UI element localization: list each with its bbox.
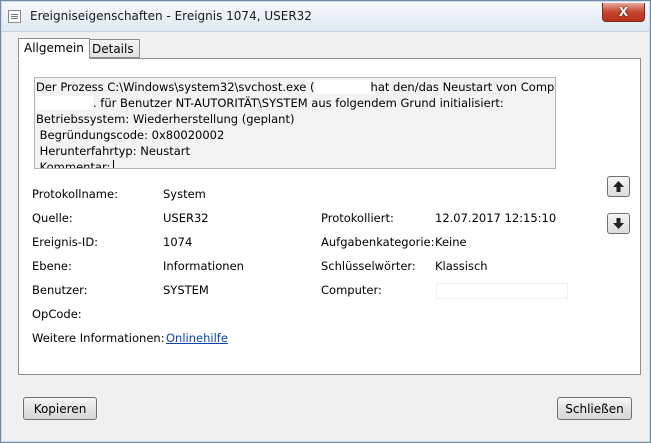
window-icon	[8, 10, 21, 23]
event-properties-window: Ereigniseigenschaften - Ereignis 1074, U…	[0, 0, 651, 443]
computer-value	[436, 283, 568, 299]
close-button-label: Schließen	[565, 401, 624, 416]
ereignis-id-label: Ereignis-ID:	[32, 235, 99, 249]
tab-details[interactable]: Details	[86, 39, 140, 58]
text-cursor	[113, 160, 115, 168]
copy-button-label: Kopieren	[33, 401, 87, 416]
onlinehilfe-link[interactable]: Onlinehilfe	[166, 331, 228, 345]
window-title: Ereigniseigenschaften - Ereignis 1074, U…	[30, 9, 312, 23]
tab-details-label: Details	[92, 42, 134, 56]
description-line-6: Kommentar:	[36, 159, 555, 169]
redacted-process-id	[314, 80, 371, 94]
benutzer-label: Benutzer:	[32, 283, 88, 297]
weitere-informationen-label: Weitere Informationen:	[32, 331, 165, 345]
next-event-button[interactable]	[607, 213, 630, 234]
title-bar[interactable]: Ereigniseigenschaften - Ereignis 1074, U…	[2, 2, 649, 32]
description-line-1-start: Der Prozess C:\Windows\system32\svchost.…	[36, 80, 315, 94]
event-description-box[interactable]: Der Prozess C:\Windows\system32\svchost.…	[34, 77, 556, 169]
close-window-button[interactable]: X	[602, 3, 645, 22]
description-line-2-text: . für Benutzer NT-AUTORITÄT\SYSTEM aus f…	[93, 96, 504, 110]
ebene-label: Ebene:	[32, 259, 72, 273]
description-line-6-text: Kommentar:	[36, 160, 111, 169]
ereignis-id-value: 1074	[163, 235, 193, 249]
protokolliert-value: 12.07.2017 12:15:10	[435, 211, 557, 225]
description-line-2: . für Benutzer NT-AUTORITÄT\SYSTEM aus f…	[36, 95, 555, 111]
schluesselwoerter-label: Schlüsselwörter:	[321, 259, 416, 273]
copy-button[interactable]: Kopieren	[23, 397, 97, 420]
arrow-up-icon	[613, 181, 624, 192]
tab-allgemein[interactable]: Allgemein	[18, 38, 90, 59]
description-line-1: Der Prozess C:\Windows\system32\svchost.…	[36, 79, 555, 95]
protokolliert-label: Protokolliert:	[321, 211, 394, 225]
computer-label: Computer:	[321, 283, 382, 297]
opcode-label: OpCode:	[32, 307, 82, 321]
quelle-label: Quelle:	[32, 211, 73, 225]
close-icon: X	[618, 5, 629, 19]
aufgabenkategorie-label: Aufgabenkategorie:	[321, 235, 435, 249]
tab-allgemein-label: Allgemein	[24, 41, 84, 55]
arrow-down-icon	[613, 218, 624, 229]
protokollname-value: System	[163, 187, 206, 201]
description-line-5: Herunterfahrtyp: Neustart	[36, 144, 191, 158]
description-line-1-end: hat den/das Neustart von Computer	[370, 80, 555, 94]
benutzer-value: SYSTEM	[163, 283, 209, 297]
aufgabenkategorie-value: Keine	[435, 235, 467, 249]
redacted-computer-name	[36, 96, 93, 110]
schluesselwoerter-value: Klassisch	[435, 259, 488, 273]
description-line-4: Begründungscode: 0x80020002	[36, 128, 225, 142]
description-line-3: Betriebssystem: Wiederherstellung (gepla…	[36, 112, 295, 126]
ebene-value: Informationen	[163, 259, 244, 273]
close-button[interactable]: Schließen	[557, 397, 632, 420]
protokollname-label: Protokollname:	[32, 187, 118, 201]
general-tab-panel: Der Prozess C:\Windows\system32\svchost.…	[18, 58, 641, 375]
quelle-value: USER32	[163, 211, 209, 225]
previous-event-button[interactable]	[607, 176, 630, 197]
